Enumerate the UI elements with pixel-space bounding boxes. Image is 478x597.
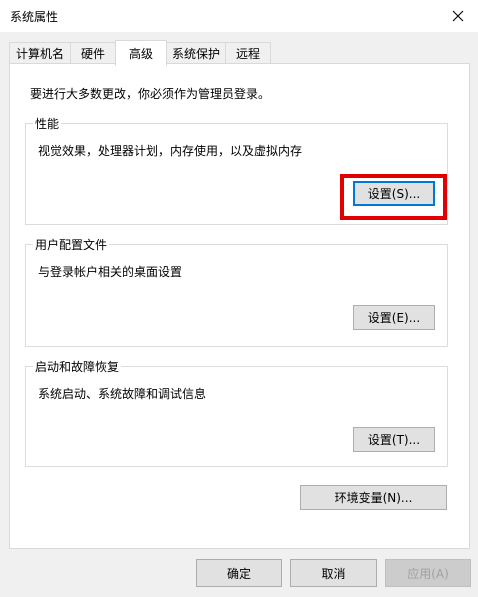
button-label: 设置(S)... (367, 187, 421, 201)
tab-hardware[interactable]: 硬件 (70, 42, 116, 64)
button-label: 设置(T)... (367, 433, 421, 447)
button-label: 环境变量(N)... (334, 491, 413, 505)
performance-group: 性能 视觉效果，处理器计划，内存使用，以及虚拟内存 设置(S)... (25, 115, 448, 225)
group-description: 系统启动、系统故障和调试信息 (38, 387, 207, 401)
window-title: 系统属性 (10, 10, 59, 24)
tab-label: 系统保护 (171, 47, 220, 61)
title-bar: 系统属性 (0, 0, 478, 32)
environment-variables-button[interactable]: 环境变量(N)... (300, 485, 447, 510)
button-label: 取消 (321, 566, 346, 581)
group-description: 视觉效果，处理器计划，内存使用，以及虚拟内存 (38, 144, 303, 158)
cancel-button[interactable]: 取消 (290, 559, 377, 587)
button-label: 确定 (226, 566, 251, 581)
group-title: 用户配置文件 (33, 236, 110, 253)
ok-button[interactable]: 确定 (196, 559, 282, 587)
user-profiles-settings-button[interactable]: 设置(E)... (353, 305, 435, 330)
tab-computer-name[interactable]: 计算机名 (9, 42, 71, 64)
tab-label: 硬件 (80, 47, 105, 61)
startup-recovery-group: 启动和故障恢复 系统启动、系统故障和调试信息 设置(T)... (25, 358, 448, 467)
close-icon (452, 10, 464, 22)
tab-system-protection[interactable]: 系统保护 (166, 42, 226, 64)
advanced-tab-panel: 要进行大多数更改，你必须作为管理员登录。 性能 视觉效果，处理器计划，内存使用，… (9, 63, 470, 549)
tab-remote[interactable]: 远程 (225, 42, 271, 64)
close-button[interactable] (438, 0, 478, 32)
group-title: 启动和故障恢复 (33, 358, 122, 375)
group-description: 与登录帐户相关的桌面设置 (38, 265, 183, 279)
button-label: 设置(E)... (367, 311, 421, 325)
tab-label: 计算机名 (15, 47, 64, 61)
group-title: 性能 (33, 115, 62, 132)
performance-settings-button[interactable]: 设置(S)... (353, 181, 435, 206)
admin-notice: 要进行大多数更改，你必须作为管理员登录。 (30, 87, 271, 101)
tab-label: 远程 (235, 47, 260, 61)
startup-recovery-settings-button[interactable]: 设置(T)... (353, 427, 435, 452)
user-profiles-group: 用户配置文件 与登录帐户相关的桌面设置 设置(E)... (25, 236, 448, 347)
tab-advanced[interactable]: 高级 (115, 40, 167, 66)
apply-button[interactable]: 应用(A) (385, 559, 471, 587)
tab-label: 高级 (128, 47, 153, 61)
button-label: 应用(A) (407, 566, 449, 581)
